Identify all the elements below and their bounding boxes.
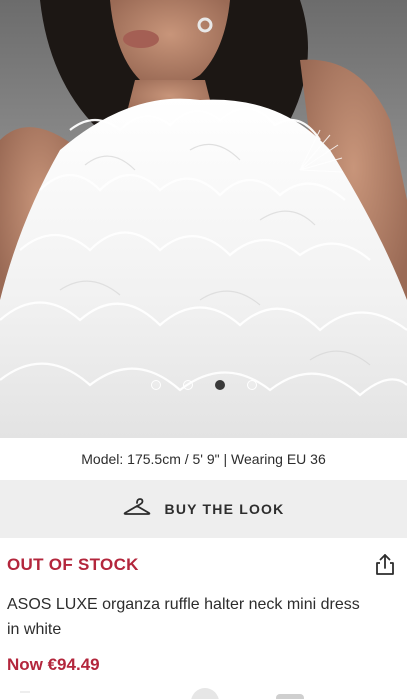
buy-the-look-button[interactable]: BUY THE LOOK (0, 480, 407, 538)
carousel-dot[interactable] (182, 380, 193, 390)
buy-the-look-label: BUY THE LOOK (164, 501, 285, 517)
product-image-gallery[interactable] (0, 0, 407, 438)
hanger-icon (123, 497, 151, 522)
stock-status-badge: OUT OF STOCK (7, 555, 139, 574)
carousel-dot-active[interactable] (214, 380, 225, 390)
next-section-peek (0, 686, 407, 699)
carousel-dot[interactable] (246, 380, 257, 390)
carousel-dot[interactable] (150, 380, 161, 390)
product-title: ASOS LUXE organza ruffle halter neck min… (7, 596, 360, 638)
carousel-indicators (0, 380, 407, 394)
share-icon[interactable] (372, 552, 398, 578)
product-price: Now €94.49 (7, 655, 100, 674)
product-photo (0, 0, 407, 438)
model-size-info: Model: 175.5cm / 5' 9" | Wearing EU 36 (0, 438, 407, 480)
